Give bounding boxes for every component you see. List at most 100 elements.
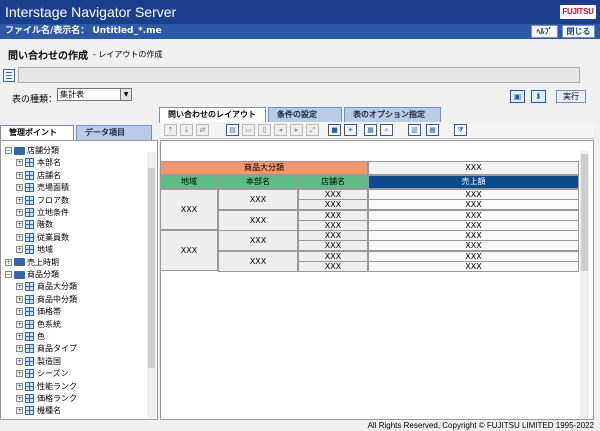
expand-icon[interactable]: + — [16, 196, 23, 204]
tree-item[interactable]: + 従業員数 — [16, 232, 69, 244]
query-list-field[interactable] — [18, 67, 580, 83]
layout-scroll-thumb[interactable] — [581, 154, 588, 271]
dimension-icon — [25, 282, 34, 292]
tree-folder[interactable]: + 売上時期 — [5, 257, 59, 269]
tab-table-options[interactable]: 表のオプション指定 — [344, 107, 441, 122]
help-button[interactable]: ﾍﾙﾌﾟ — [531, 25, 558, 38]
dimension-icon — [25, 208, 34, 217]
expand-icon[interactable]: + — [5, 258, 12, 266]
filter-icon[interactable]: ▦ — [364, 124, 377, 136]
tree-item[interactable]: + 商品タイプ — [16, 343, 77, 355]
tree-item-label: 機種名 — [37, 406, 61, 416]
close-button[interactable]: 閉じる — [562, 25, 595, 38]
expand-icon[interactable]: + — [16, 407, 23, 415]
tree-scroll-thumb[interactable] — [148, 168, 155, 368]
expand-icon[interactable]: ✳ — [344, 124, 357, 136]
move-down-icon[interactable]: ⇣ — [180, 124, 193, 136]
table-icon[interactable]: ▦ — [426, 124, 439, 136]
tree-item[interactable]: + 本部名 — [16, 157, 61, 169]
expand-icon[interactable]: + — [16, 159, 23, 167]
column-icon[interactable]: ▯ — [258, 124, 271, 136]
tree-folder[interactable]: − 商品分類 — [5, 269, 59, 281]
expand-icon[interactable]: + — [16, 171, 23, 179]
tree-item[interactable]: + フロア数 — [16, 195, 69, 207]
layout-scrollbar[interactable] — [580, 151, 589, 419]
move-up-icon[interactable]: ⇡ — [164, 124, 177, 136]
list-icon[interactable] — [3, 69, 15, 82]
store-cell[interactable]: XXX — [298, 260, 368, 272]
expand-icon[interactable]: + — [16, 221, 23, 229]
collapse-icon[interactable]: − — [5, 147, 12, 154]
expand-icon[interactable]: + — [16, 395, 23, 402]
hq-cell[interactable]: XXX — [218, 230, 298, 251]
row-header-store[interactable]: 店舗名 — [298, 175, 368, 189]
hq-cell[interactable]: XXX — [218, 250, 298, 272]
tree-item-label: 商品大分類 — [37, 282, 77, 292]
tree-item[interactable]: + 機種名 — [16, 405, 61, 417]
download-icon[interactable]: ⬇ — [531, 90, 546, 103]
tree-folder[interactable]: − 店舗分類 — [5, 145, 59, 157]
expand-icon[interactable]: + — [16, 345, 23, 353]
row-header-hq[interactable]: 本部名 — [218, 175, 298, 189]
tree-item[interactable]: + シーズン — [16, 368, 69, 380]
expand-icon[interactable]: + — [16, 283, 23, 291]
expand-icon[interactable]: + — [16, 184, 23, 192]
tab-data-items[interactable]: データ項目 — [76, 125, 152, 140]
expand-icon[interactable]: + — [16, 233, 23, 241]
row-icon[interactable]: ▭ — [242, 124, 255, 136]
format-icon[interactable]: ▤ — [226, 124, 239, 136]
transpose-icon[interactable]: ⤢ — [306, 124, 319, 136]
tree-item-label: 商品中分類 — [37, 294, 77, 304]
delete-icon[interactable]: ■ — [328, 124, 341, 136]
tree-item[interactable]: + 立地条件 — [16, 207, 69, 219]
tree-item[interactable]: + 商品中分類 — [16, 294, 77, 306]
tree-scrollbar[interactable] — [147, 152, 156, 418]
expand-icon[interactable]: + — [16, 295, 23, 303]
tree-item[interactable]: + 商品大分類 — [16, 281, 77, 293]
dimension-icon — [25, 158, 34, 168]
run-button[interactable]: 実行 — [556, 90, 586, 103]
expand-icon[interactable]: + — [16, 308, 23, 316]
expand-icon[interactable]: + — [16, 209, 23, 216]
expand-icon[interactable]: + — [16, 357, 23, 365]
tab-management-points[interactable]: 管理ポイント — [0, 125, 74, 141]
tree-item[interactable]: + 地域 — [16, 244, 53, 256]
swap-icon[interactable]: ⇄ — [196, 124, 209, 136]
hq-cell[interactable]: XXX — [218, 209, 298, 231]
move-right-icon[interactable]: ▸ — [290, 124, 303, 136]
move-left-icon[interactable]: ◂ — [274, 124, 287, 136]
column-dimension-value[interactable]: XXX — [368, 161, 579, 175]
column-dimension-header[interactable]: 商品大分類 — [160, 161, 368, 175]
sort-icon[interactable]: ▥ — [408, 124, 421, 136]
tree-item[interactable]: + 性能ランク — [16, 381, 77, 393]
tab-layout[interactable]: 問い合わせのレイアウト — [159, 107, 266, 123]
tree-item[interactable]: + 色系統 — [16, 319, 61, 331]
tree-item[interactable]: + 価格ランク — [16, 393, 77, 405]
tree-item[interactable]: + 色 — [16, 331, 45, 343]
row-header-region[interactable]: 地域 — [160, 175, 218, 189]
hq-cell[interactable]: XXX — [218, 189, 298, 210]
collapse-icon[interactable]: − — [5, 271, 12, 278]
type-select[interactable]: 集計表 ▼ — [57, 88, 132, 101]
save-icon[interactable]: ▣ — [510, 90, 525, 103]
dimension-icon — [25, 369, 34, 379]
tree-item[interactable]: + 店舗名 — [16, 170, 61, 182]
tree-item[interactable]: + 製造国 — [16, 356, 61, 368]
tree-item[interactable]: + 売場面積 — [16, 182, 69, 194]
expand-icon[interactable]: + — [16, 370, 23, 378]
measure-header[interactable]: 売上額 — [368, 175, 579, 189]
search-icon[interactable]: ⌕ — [380, 124, 393, 136]
tree-item[interactable]: + 階数 — [16, 219, 53, 231]
region-cell[interactable]: XXX — [160, 189, 218, 230]
tree-item[interactable]: + 価格帯 — [16, 306, 61, 318]
expand-icon[interactable]: + — [16, 246, 23, 254]
dimension-icon — [25, 307, 34, 317]
funnel-icon[interactable]: ⧩ — [454, 124, 467, 136]
value-cell[interactable]: XXX — [368, 260, 579, 272]
tab-conditions[interactable]: 条件の設定 — [268, 107, 342, 122]
expand-icon[interactable]: + — [16, 320, 23, 328]
region-cell[interactable]: XXX — [160, 230, 218, 271]
expand-icon[interactable]: + — [16, 382, 23, 390]
expand-icon[interactable]: + — [16, 333, 23, 340]
dimension-icon — [25, 183, 34, 193]
